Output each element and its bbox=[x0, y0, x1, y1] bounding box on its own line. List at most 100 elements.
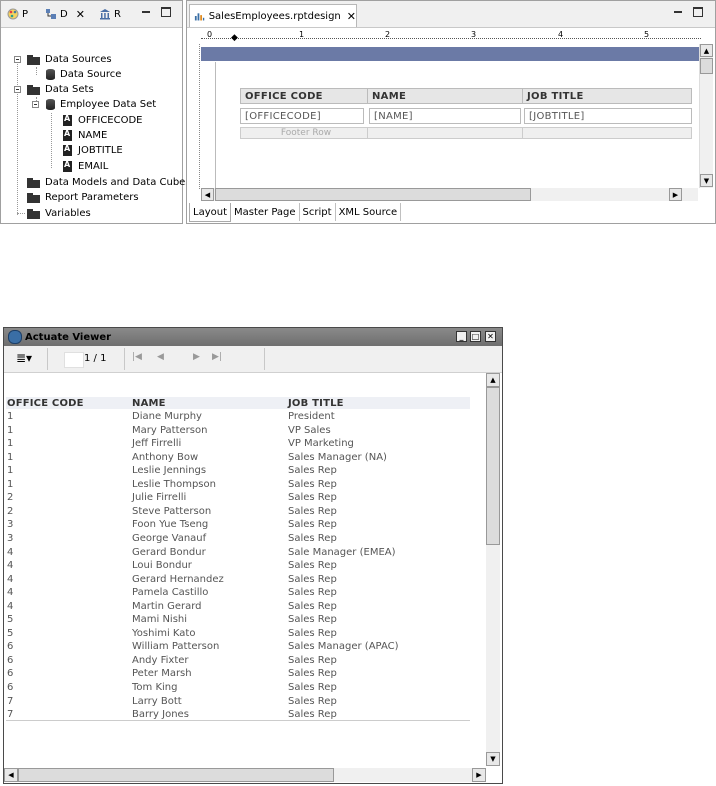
report-page: OFFICE CODE NAME JOB TITLE [OFFICECODE] … bbox=[215, 62, 700, 188]
maximize-button[interactable] bbox=[693, 7, 703, 17]
footer-cell[interactable] bbox=[522, 127, 692, 139]
ruler-mark: 2 bbox=[385, 30, 391, 39]
header-cell-officecode[interactable]: OFFICE CODE bbox=[240, 88, 368, 104]
cell-jobtitle: Sales Rep bbox=[288, 627, 337, 639]
table-row: 4 Loui Bondur Sales Rep bbox=[4, 560, 484, 574]
actuate-logo-icon bbox=[8, 330, 22, 344]
cell-name: Andy Fixter bbox=[132, 654, 189, 666]
vertical-scrollbar[interactable]: ▲ ▼ bbox=[486, 373, 500, 766]
scroll-thumb[interactable] bbox=[700, 58, 713, 74]
cell-jobtitle: Sales Rep bbox=[288, 654, 337, 666]
folder-icon bbox=[27, 84, 41, 95]
table-row: 6 Tom King Sales Rep bbox=[4, 682, 484, 696]
scroll-left-icon[interactable]: ◀ bbox=[201, 188, 214, 201]
horizontal-ruler: 0 1 2 3 4 5 ◆ bbox=[201, 30, 701, 43]
page-header-band bbox=[201, 47, 699, 61]
table-row: 6 Peter Marsh Sales Rep bbox=[4, 668, 484, 682]
minimize-button[interactable] bbox=[141, 7, 151, 17]
cell-name: Steve Patterson bbox=[132, 505, 212, 517]
scroll-right-icon[interactable]: ▶ bbox=[472, 768, 486, 782]
tree-item-field-officecode[interactable]: OFFICECODE bbox=[63, 113, 143, 128]
scroll-left-icon[interactable]: ◀ bbox=[4, 768, 18, 782]
tab-data-explorer[interactable]: D ✕ bbox=[45, 5, 85, 23]
collapse-toggle[interactable] bbox=[32, 101, 39, 108]
minimize-button[interactable]: _ bbox=[456, 331, 467, 342]
tree-item-data-sources[interactable]: Data Sources bbox=[27, 52, 112, 67]
table-row: 1 Leslie Thompson Sales Rep bbox=[4, 479, 484, 493]
table-row: 2 Steve Patterson Sales Rep bbox=[4, 506, 484, 520]
palette-icon bbox=[7, 8, 19, 20]
header-cell-name[interactable]: NAME bbox=[367, 88, 523, 104]
cell-jobtitle: Sales Rep bbox=[288, 695, 337, 707]
maximize-button[interactable] bbox=[161, 7, 171, 17]
detail-cell-name[interactable]: [NAME] bbox=[369, 108, 521, 124]
previous-page-icon[interactable]: ◀ bbox=[157, 352, 164, 362]
tree-item-label: Data Sources bbox=[45, 54, 112, 65]
actuate-viewer-window: Actuate Viewer _ □ ✕ ≣▾ 1 / 1 |◀ ◀ ▶ ▶| … bbox=[3, 327, 503, 784]
minimize-button[interactable] bbox=[673, 7, 683, 17]
scroll-thumb[interactable] bbox=[18, 768, 334, 782]
table-row: 3 Foon Yue Tseng Sales Rep bbox=[4, 519, 484, 533]
footer-cell[interactable] bbox=[367, 127, 523, 139]
collapse-toggle[interactable] bbox=[14, 86, 21, 93]
tree-item-field-name[interactable]: NAME bbox=[63, 128, 107, 143]
tree-item-field-email[interactable]: EMAIL bbox=[63, 159, 108, 174]
margin-marker-icon[interactable]: ◆ bbox=[231, 33, 238, 43]
cell-name: Leslie Thompson bbox=[132, 478, 216, 490]
collapse-toggle[interactable] bbox=[14, 56, 21, 63]
vertical-scrollbar[interactable]: ▲ ▼ bbox=[699, 44, 713, 188]
detail-cell-jobtitle[interactable]: [JOBTITLE] bbox=[524, 108, 692, 124]
tree-item-data-sets[interactable]: Data Sets bbox=[27, 82, 94, 97]
tree-item-label: Employee Data Set bbox=[60, 99, 157, 110]
tab-xml-source[interactable]: XML Source bbox=[336, 203, 402, 221]
scroll-down-icon[interactable]: ▼ bbox=[486, 752, 500, 766]
tab-layout[interactable]: Layout bbox=[189, 203, 231, 222]
cell-officecode: 1 bbox=[7, 451, 14, 463]
tree-item-field-jobtitle[interactable]: JOBTITLE bbox=[63, 143, 123, 158]
maximize-button[interactable]: □ bbox=[470, 331, 481, 342]
table-row: 6 Andy Fixter Sales Rep bbox=[4, 655, 484, 669]
table-row: 5 Yoshimi Kato Sales Rep bbox=[4, 628, 484, 642]
tab-palette[interactable]: P bbox=[7, 5, 28, 23]
tab-resource-explorer[interactable]: R bbox=[99, 5, 121, 23]
scroll-right-icon[interactable]: ▶ bbox=[669, 188, 682, 201]
first-page-icon[interactable]: |◀ bbox=[132, 352, 142, 362]
close-icon[interactable]: ✕ bbox=[347, 10, 356, 23]
cell-name: Peter Marsh bbox=[132, 668, 192, 680]
report-design-icon bbox=[194, 13, 205, 21]
scroll-thumb[interactable] bbox=[215, 188, 531, 201]
ruler-mark: 3 bbox=[471, 30, 477, 39]
folder-icon bbox=[27, 177, 41, 188]
scroll-up-icon[interactable]: ▲ bbox=[700, 44, 713, 57]
footer-row[interactable]: Footer Row bbox=[240, 127, 368, 139]
scroll-up-icon[interactable]: ▲ bbox=[486, 373, 500, 387]
cell-name: Pamela Castillo bbox=[132, 587, 209, 599]
tree-item-data-models[interactable]: Data Models and Data Cubes bbox=[27, 175, 191, 190]
tab-salesemployees-rptdesign[interactable]: SalesEmployees.rptdesign ✕ bbox=[189, 4, 357, 27]
tree-item-data-source[interactable]: Data Source bbox=[46, 67, 121, 82]
scroll-thumb[interactable] bbox=[486, 387, 500, 545]
scroll-down-icon[interactable]: ▼ bbox=[700, 174, 713, 187]
tab-script[interactable]: Script bbox=[300, 203, 336, 221]
cell-name: Mary Patterson bbox=[132, 424, 208, 436]
layout-canvas: OFFICE CODE NAME JOB TITLE [OFFICECODE] … bbox=[201, 44, 700, 189]
horizontal-scrollbar[interactable]: ◀ ▶ bbox=[201, 188, 698, 201]
tree-item-variables[interactable]: Variables bbox=[27, 206, 91, 221]
tab-master-page[interactable]: Master Page bbox=[231, 203, 300, 221]
cell-jobtitle: VP Sales bbox=[288, 424, 331, 436]
cell-jobtitle: Sale Manager (EMEA) bbox=[288, 546, 396, 558]
next-page-icon[interactable]: ▶ bbox=[193, 352, 200, 362]
cell-name: Barry Jones bbox=[132, 709, 189, 721]
last-page-icon[interactable]: ▶| bbox=[212, 352, 222, 362]
page-number-input[interactable] bbox=[64, 352, 84, 368]
cell-officecode: 1 bbox=[7, 478, 14, 490]
menu-icon[interactable]: ≣▾ bbox=[16, 351, 32, 365]
header-cell-jobtitle[interactable]: JOB TITLE bbox=[522, 88, 692, 104]
close-button[interactable]: ✕ bbox=[485, 331, 496, 342]
close-icon[interactable]: ✕ bbox=[76, 8, 85, 21]
tree-item-report-parameters[interactable]: Report Parameters bbox=[27, 190, 139, 205]
tree-item-employee-data-set[interactable]: Employee Data Set bbox=[46, 97, 156, 112]
horizontal-scrollbar[interactable]: ◀ ▶ bbox=[4, 768, 486, 782]
detail-cell-officecode[interactable]: [OFFICECODE] bbox=[240, 108, 364, 124]
folder-icon bbox=[27, 192, 41, 203]
